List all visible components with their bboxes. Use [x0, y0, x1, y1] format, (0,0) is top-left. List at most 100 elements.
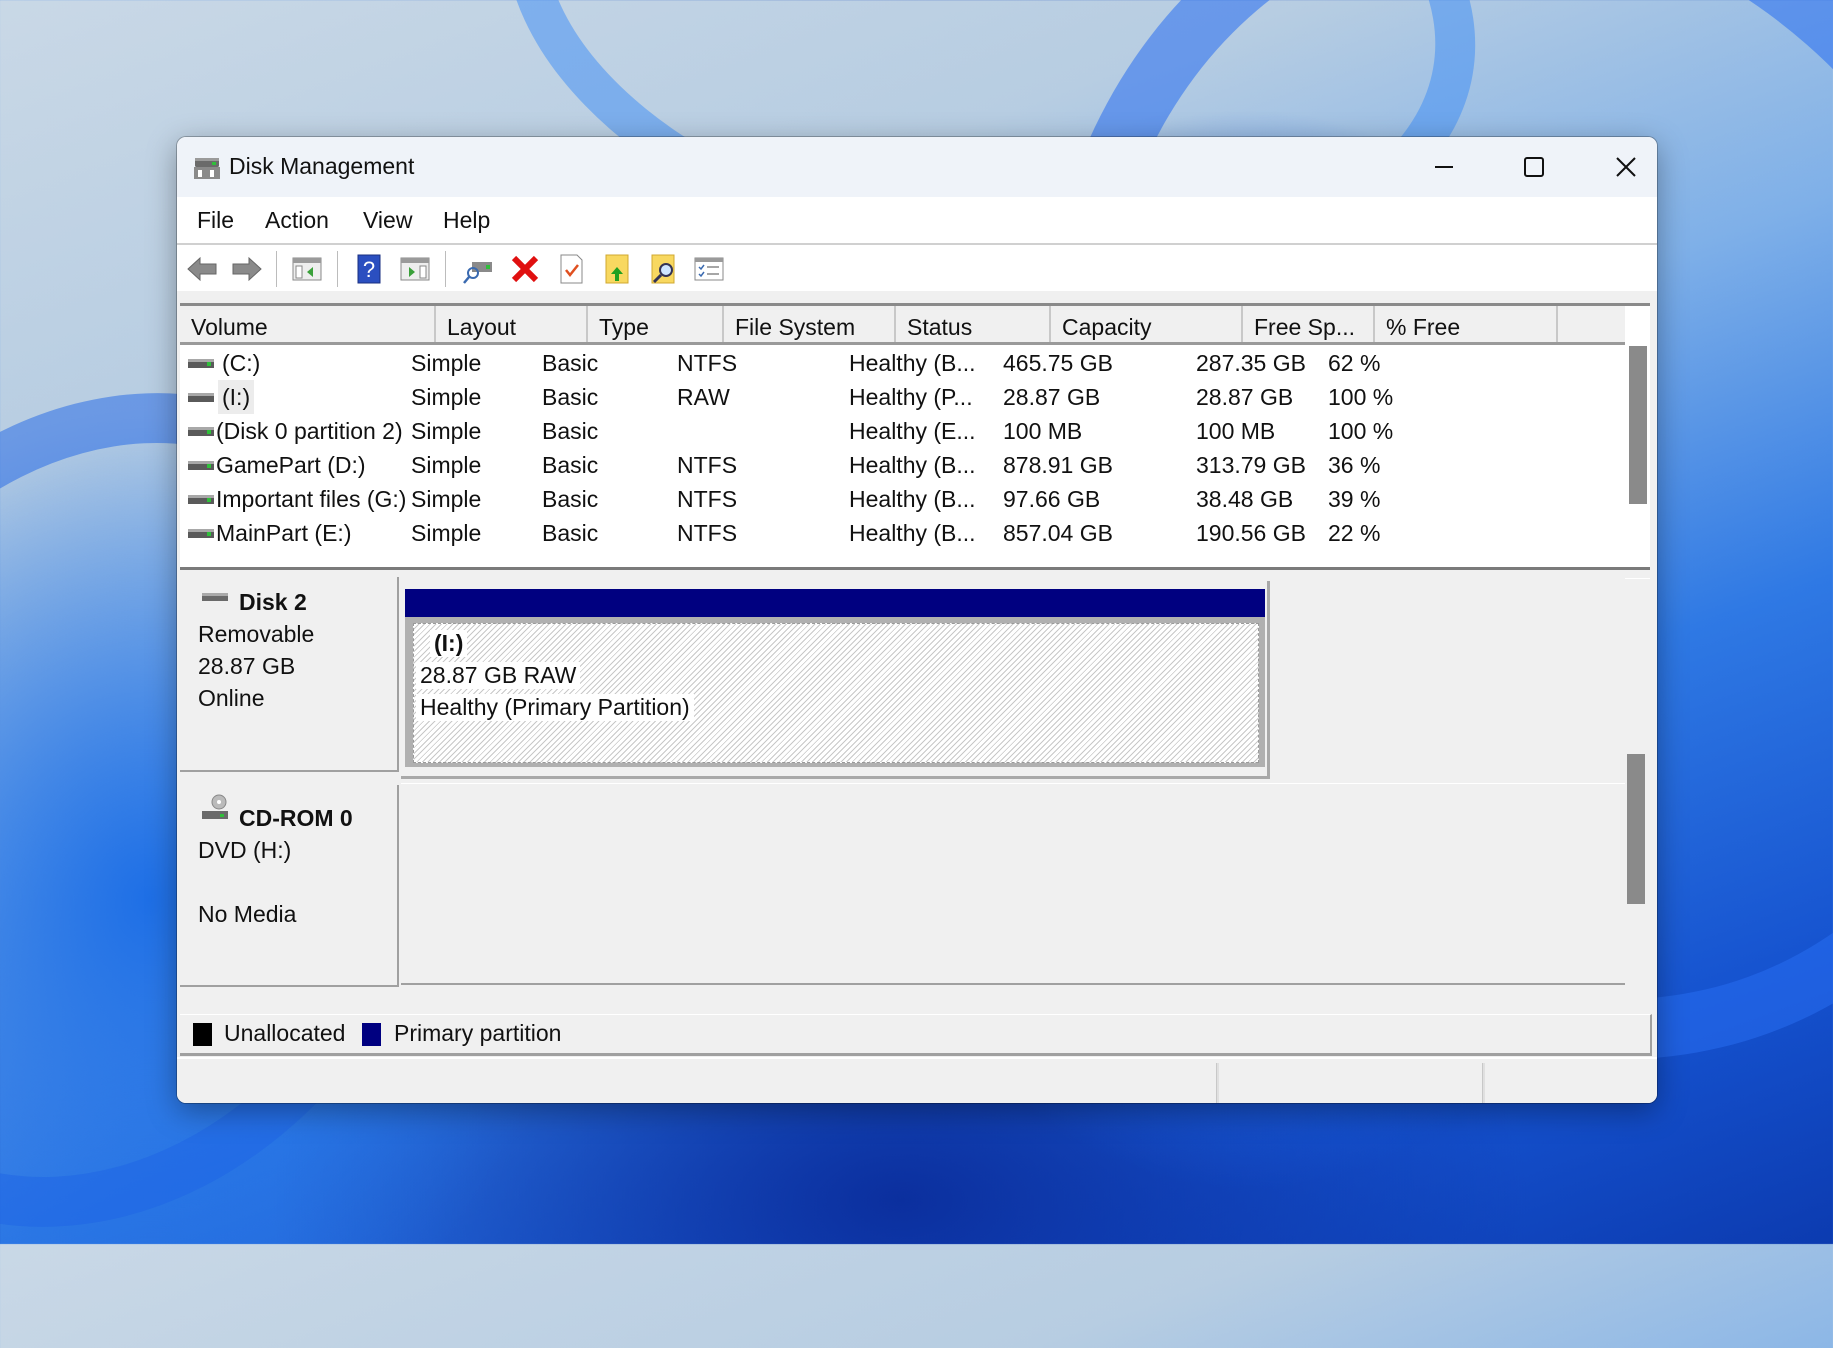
disk-management-window: Disk Management File Action View Help ? …	[177, 137, 1657, 1103]
back-icon[interactable]	[186, 253, 218, 285]
volume-icon	[188, 427, 214, 436]
cell-status: Healthy (B...	[849, 350, 976, 376]
cell-status: Healthy (E...	[849, 418, 976, 444]
column-header-volume[interactable]: Volume	[180, 306, 436, 342]
cell-free: 313.79 GB	[1196, 452, 1306, 478]
disk-management-app-icon	[194, 158, 220, 179]
maximize-button[interactable]	[1489, 137, 1579, 197]
volume-list-scrollbar[interactable]	[1629, 346, 1647, 504]
status-separator	[1216, 1063, 1219, 1103]
show-hide-action-pane-icon[interactable]	[399, 253, 431, 285]
disk-view-scrollbar[interactable]	[1627, 754, 1645, 904]
table-row[interactable]: GamePart (D:) Simple Basic NTFS Healthy (B..…	[180, 448, 1625, 482]
cell-volume: (I:)	[218, 380, 255, 414]
table-row[interactable]: MainPart (E:) Simple Basic NTFS Healthy (B..…	[180, 516, 1625, 550]
minimize-button[interactable]	[1399, 137, 1489, 197]
show-hide-console-tree-icon[interactable]	[291, 253, 323, 285]
cd-rom-kind: DVD (H:)	[198, 837, 292, 863]
cell-layout: Simple	[411, 350, 482, 376]
cd-rom-0-label[interactable]: CD-ROM 0 DVD (H:) No Media	[180, 785, 399, 987]
partition-size-fs: 28.87 GB RAW	[416, 662, 581, 689]
delete-icon[interactable]	[509, 253, 541, 285]
column-header-blank	[1558, 306, 1625, 342]
table-row[interactable]: (C:) Simple Basic NTFS Healthy (B... 465.75 G…	[180, 346, 1625, 380]
disk-2-state: Online	[198, 685, 265, 711]
volume-icon	[188, 495, 214, 504]
cd-rom-state: No Media	[198, 901, 297, 927]
close-button[interactable]	[1581, 137, 1657, 197]
cell-free: 287.35 GB	[1196, 350, 1306, 376]
cd-rom-title: CD-ROM 0	[239, 805, 353, 831]
cell-capacity: 878.91 GB	[1003, 452, 1113, 478]
partition-status: Healthy (Primary Partition)	[416, 694, 694, 721]
cell-layout: Simple	[411, 452, 482, 478]
cell-type: Basic	[542, 520, 599, 546]
volume-list: Volume Layout Type File System Status Ca…	[180, 303, 1650, 570]
primary-partition-bar	[405, 589, 1265, 617]
toolbar-separator	[445, 251, 446, 287]
toolbar-separator	[337, 251, 338, 287]
removable-disk-icon	[202, 593, 228, 601]
help-icon[interactable]: ?	[353, 253, 385, 285]
cell-status: Healthy (B...	[849, 520, 976, 546]
cell-free: 28.87 GB	[1196, 384, 1294, 410]
cell-status: Healthy (B...	[849, 486, 976, 512]
cell-pct: 22 %	[1328, 520, 1381, 546]
disk-2-kind: Removable	[198, 621, 315, 647]
cell-fs: NTFS	[677, 350, 738, 376]
menu-action[interactable]: Action	[265, 207, 329, 234]
cell-pct: 100 %	[1328, 418, 1394, 444]
window-title: Disk Management	[229, 153, 415, 179]
cell-fs: NTFS	[677, 486, 738, 512]
disk-2-label[interactable]: Disk 2 Removable 28.87 GB Online	[180, 577, 399, 772]
menu-view[interactable]: View	[363, 207, 412, 234]
volume-list-header: Volume Layout Type File System Status Ca…	[180, 306, 1625, 345]
disk-2-partition-map: (I:) 28.87 GB RAW Healthy (Primary Parti…	[401, 581, 1270, 779]
partition-label: (I:)	[430, 630, 468, 657]
cell-type: Basic	[542, 452, 599, 478]
menu-file[interactable]: File	[197, 207, 234, 234]
cell-free: 38.48 GB	[1196, 486, 1294, 512]
forward-icon[interactable]	[231, 253, 263, 285]
column-header-capacity[interactable]: Capacity	[1051, 306, 1243, 342]
volume-icon	[188, 393, 214, 402]
connect-drive-icon[interactable]	[462, 253, 494, 285]
cell-fs: RAW	[677, 384, 730, 410]
table-row[interactable]: (Disk 0 partition 2) Simple Basic Healthy (…	[180, 414, 1625, 448]
column-header-layout[interactable]: Layout	[436, 306, 588, 342]
table-row[interactable]: (I:) Simple Basic RAW Healthy (P... 28.87 GB 2…	[180, 380, 1625, 414]
cell-pct: 100 %	[1328, 384, 1394, 410]
disk-2-size: 28.87 GB	[198, 653, 296, 679]
cell-volume: GamePart (D:)	[216, 452, 366, 478]
table-row[interactable]: Important files (G:) Simple Basic NTFS Healt…	[180, 482, 1625, 516]
checklist-icon[interactable]	[693, 253, 725, 285]
column-header-file-system[interactable]: File System	[724, 306, 896, 342]
menu-help[interactable]: Help	[443, 207, 490, 234]
cell-type: Basic	[542, 384, 599, 410]
cell-layout: Simple	[411, 418, 482, 444]
volume-icon	[188, 359, 214, 368]
partition-i[interactable]: (I:) 28.87 GB RAW Healthy (Primary Parti…	[405, 617, 1265, 767]
volume-icon	[188, 461, 214, 470]
cell-pct: 39 %	[1328, 486, 1381, 512]
legend-unallocated: Unallocated	[224, 1020, 346, 1046]
disk-2-title: Disk 2	[239, 589, 307, 615]
search-folder-icon[interactable]	[647, 253, 679, 285]
status-separator	[1482, 1063, 1485, 1103]
svg-text:?: ?	[363, 257, 375, 282]
title-bar: Disk Management	[177, 137, 1657, 197]
column-header-type[interactable]: Type	[588, 306, 724, 342]
row-divider	[401, 983, 1625, 985]
cell-capacity: 465.75 GB	[1003, 350, 1113, 376]
cell-type: Basic	[542, 418, 599, 444]
menu-bar: File Action View Help	[177, 197, 1657, 245]
cell-layout: Simple	[411, 384, 482, 410]
export-list-icon[interactable]	[601, 253, 633, 285]
column-header-percent-free[interactable]: % Free	[1375, 306, 1558, 342]
properties-icon[interactable]	[555, 253, 587, 285]
column-header-status[interactable]: Status	[896, 306, 1051, 342]
dvd-drive-icon	[202, 794, 228, 819]
close-icon	[1616, 157, 1636, 177]
cell-pct: 62 %	[1328, 350, 1381, 376]
column-header-free-space[interactable]: Free Sp...	[1243, 306, 1375, 342]
